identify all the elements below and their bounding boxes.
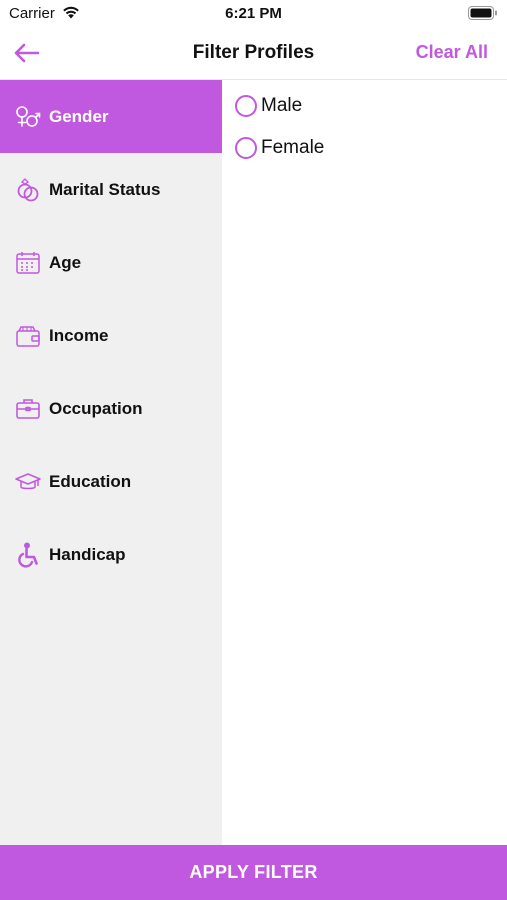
wallet-icon <box>15 323 41 349</box>
calendar-icon <box>15 250 41 276</box>
option-label: Female <box>261 137 325 158</box>
sidebar-item-label: Marital Status <box>49 179 161 199</box>
clock: 6:21 PM <box>225 5 282 22</box>
sidebar-item-income[interactable]: Income <box>0 299 222 372</box>
sidebar-item-label: Gender <box>49 106 109 126</box>
wheelchair-icon <box>15 542 41 568</box>
clear-all-button[interactable]: Clear All <box>416 42 488 63</box>
sidebar-item-marital-status[interactable]: Marital Status <box>0 153 222 226</box>
apply-filter-button[interactable]: APPLY FILTER <box>0 845 507 900</box>
option-label: Male <box>261 95 303 116</box>
sidebar-item-gender[interactable]: Gender <box>0 80 222 153</box>
sidebar-item-label: Income <box>49 325 109 345</box>
graduation-cap-icon <box>15 469 41 495</box>
navigation-bar: Filter Profiles Clear All <box>0 28 507 80</box>
sidebar-item-label: Occupation <box>49 398 143 418</box>
rings-icon <box>15 177 41 203</box>
status-bar: Carrier 6:21 PM <box>0 0 507 28</box>
filter-category-sidebar: Gender Marital Status Age Income Occupat… <box>0 80 222 845</box>
sidebar-item-occupation[interactable]: Occupation <box>0 372 222 445</box>
sidebar-item-handicap[interactable]: Handicap <box>0 518 222 591</box>
sidebar-item-label: Age <box>49 252 82 272</box>
back-button[interactable] <box>8 38 44 68</box>
radio-button[interactable] <box>235 95 257 117</box>
radio-button[interactable] <box>235 137 257 159</box>
gender-icon <box>15 104 41 130</box>
filter-options-panel: Male Female <box>222 80 507 845</box>
option-female[interactable]: Female <box>222 127 507 169</box>
sidebar-item-age[interactable]: Age <box>0 226 222 299</box>
option-male[interactable]: Male <box>222 85 507 127</box>
sidebar-item-label: Handicap <box>49 544 126 564</box>
sidebar-item-education[interactable]: Education <box>0 445 222 518</box>
briefcase-icon <box>15 396 41 422</box>
arrow-left-icon <box>14 43 40 63</box>
sidebar-item-label: Education <box>49 471 132 491</box>
battery-icon <box>468 6 497 20</box>
apply-filter-label: APPLY FILTER <box>189 862 318 882</box>
